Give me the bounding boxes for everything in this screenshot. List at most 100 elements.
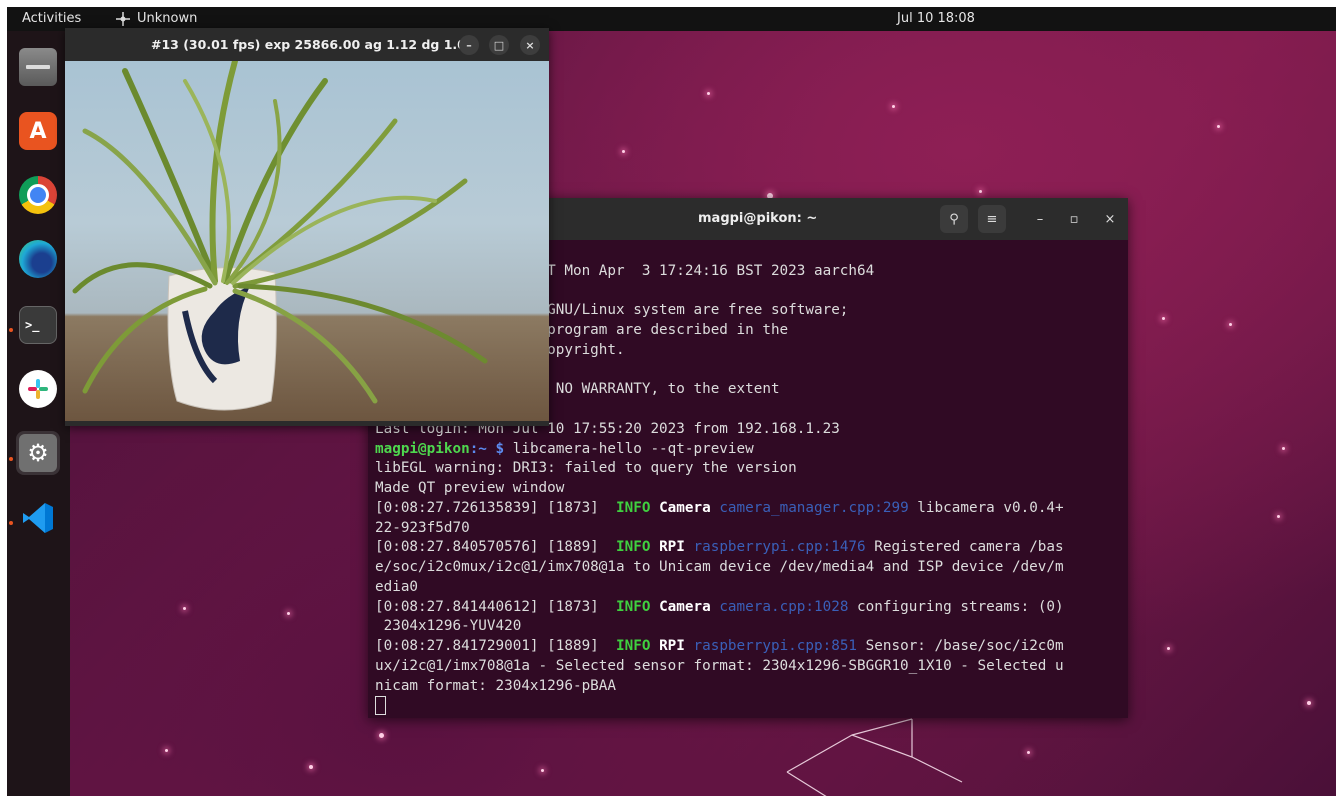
terminal-title: magpi@pikon: ~: [698, 211, 818, 226]
star: [379, 733, 384, 738]
log-line: [0:08:27.841440612] [1873] INFO Camera c…: [375, 598, 1125, 618]
maximize-button[interactable]: ▫: [1060, 205, 1088, 233]
log-category: Camera: [659, 598, 711, 615]
star: [1162, 317, 1165, 320]
camera-titlebar[interactable]: #13 (30.01 fps) exp 25866.00 ag 1.12 dg …: [65, 28, 549, 61]
prompt-user: magpi@pikon: [375, 440, 470, 457]
running-indicator: [9, 457, 13, 461]
cursor-line: [375, 696, 1125, 719]
star: [1027, 751, 1030, 754]
log-timestamp: [0:08:27.726135839] [1873]: [375, 499, 617, 516]
dock-item-slack[interactable]: [16, 367, 60, 411]
close-icon: ×: [1104, 211, 1116, 227]
terminal-line: libEGL warning: DRI3: failed to query th…: [375, 460, 797, 477]
log-level: INFO: [616, 539, 651, 556]
log-message: Sensor: /base/soc/i2c0m: [857, 638, 1064, 654]
star: [622, 150, 625, 153]
star: [183, 607, 186, 610]
constellation-lines: [786, 718, 963, 796]
activities-button[interactable]: Activities: [22, 11, 81, 26]
log-line: [0:08:27.840570576] [1889] INFO RPI rasp…: [375, 538, 1125, 558]
dock-item-app-center[interactable]: A: [16, 109, 60, 153]
star: [1282, 447, 1285, 450]
running-indicator: [9, 328, 13, 332]
terminal-line: 22-923f5d70: [375, 519, 470, 536]
log-timestamp: [0:08:27.841440612] [1873]: [375, 598, 617, 615]
log-line: [0:08:27.841729001] [1889] INFO RPI rasp…: [375, 637, 1125, 657]
terminal-line: Made QT preview window: [375, 480, 565, 496]
dock: A >_ ⚙: [7, 31, 70, 796]
log-source: raspberrypi.cpp:851: [693, 638, 858, 654]
log-message: configuring streams: (0): [848, 598, 1064, 615]
camera-close-button[interactable]: ×: [520, 35, 540, 55]
star: [165, 749, 168, 752]
camera-maximize-button[interactable]: □: [489, 35, 509, 55]
prompt-path: :~ $: [469, 440, 505, 457]
minimize-icon: –: [466, 38, 472, 52]
terminal-line: edia0: [375, 578, 419, 595]
clock[interactable]: Jul 10 18:08: [897, 11, 975, 26]
dock-item-chrome[interactable]: [16, 173, 60, 217]
minimize-icon: –: [1036, 211, 1044, 227]
log-level: INFO: [616, 598, 651, 615]
command-text: libcamera-hello --qt-preview: [504, 440, 754, 457]
star: [309, 765, 313, 769]
log-source: raspberrypi.cpp:1476: [693, 539, 866, 556]
edge-icon: [19, 240, 57, 278]
star: [1277, 515, 1280, 518]
close-button[interactable]: ×: [1096, 205, 1124, 233]
star: [541, 769, 544, 772]
star: [979, 190, 982, 193]
camera-preview-image: [65, 61, 549, 421]
close-icon: ×: [525, 38, 535, 52]
log-timestamp: [0:08:27.840570576] [1889]: [375, 539, 617, 556]
star: [1307, 701, 1311, 705]
log-source: camera.cpp:1028: [719, 598, 849, 615]
log-level: INFO: [616, 638, 651, 654]
menu-button[interactable]: ≡: [978, 205, 1006, 233]
chrome-icon: [19, 176, 57, 214]
app-menu-label: Unknown: [137, 11, 198, 26]
dock-item-edge[interactable]: [16, 237, 60, 281]
terminal-line: nicam format: 2304x1296-pBAA: [375, 677, 617, 694]
app-center-icon: A: [19, 112, 57, 150]
star: [1217, 125, 1220, 128]
terminal-line: e/soc/i2c0mux/i2c@1/imx708@1a to Unicam …: [375, 559, 1064, 575]
log-message: libcamera v0.0.4+: [908, 499, 1064, 516]
log-category: RPI: [659, 539, 685, 556]
maximize-icon: □: [493, 38, 505, 52]
maximize-icon: ▫: [1069, 211, 1079, 227]
terminal-line: 2304x1296-YUV420: [375, 618, 522, 635]
log-category: RPI: [659, 638, 685, 654]
files-icon: [19, 48, 57, 86]
terminal-icon: >_: [19, 306, 57, 344]
hamburger-icon: ≡: [986, 211, 998, 227]
camera-preview-window[interactable]: #13 (30.01 fps) exp 25866.00 ag 1.12 dg …: [65, 28, 549, 426]
text-cursor[interactable]: [375, 696, 386, 716]
log-timestamp: [0:08:27.841729001] [1889]: [375, 638, 617, 654]
dock-item-vscode[interactable]: [16, 496, 60, 540]
app-menu[interactable]: Unknown: [115, 11, 197, 26]
star: [1167, 647, 1170, 650]
app-menu-icon: [116, 11, 130, 26]
log-level: INFO: [616, 499, 651, 516]
star: [287, 612, 290, 615]
camera-minimize-button[interactable]: –: [459, 35, 479, 55]
dock-item-terminal[interactable]: >_: [16, 303, 60, 347]
minimize-button[interactable]: –: [1026, 205, 1054, 233]
running-indicator: [9, 521, 13, 525]
dock-item-settings[interactable]: ⚙: [16, 431, 60, 475]
terminal-line: ux/i2c@1/imx708@1a - Selected sensor for…: [375, 657, 1064, 674]
settings-icon: ⚙: [19, 434, 57, 472]
command-line: magpi@pikon:~ $ libcamera-hello --qt-pre…: [375, 440, 1125, 460]
slack-icon: [19, 370, 57, 408]
dock-item-files[interactable]: [16, 45, 60, 89]
log-line: [0:08:27.726135839] [1873] INFO Camera c…: [375, 499, 1125, 519]
log-category: Camera: [659, 499, 711, 516]
search-button[interactable]: ⚲: [940, 205, 968, 233]
camera-window-title: #13 (30.01 fps) exp 25866.00 ag 1.12 dg …: [151, 37, 475, 52]
star: [892, 105, 895, 108]
star: [707, 92, 710, 95]
vscode-icon: [19, 499, 57, 537]
search-icon: ⚲: [949, 211, 959, 227]
